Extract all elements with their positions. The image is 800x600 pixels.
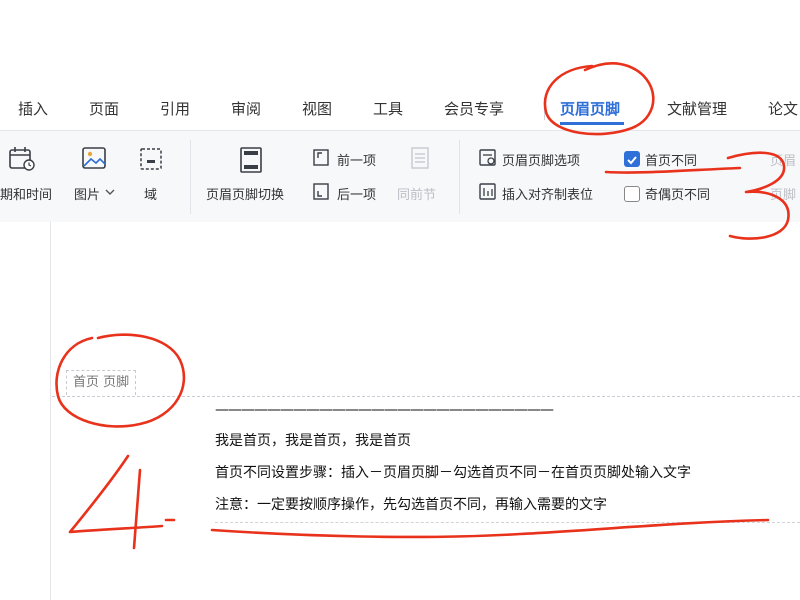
- menu-separator: [544, 98, 545, 120]
- header-footer-options-icon[interactable]: [478, 148, 498, 168]
- menu-references-manager[interactable]: 文献管理: [667, 98, 727, 119]
- footer-text-bottom-line: [215, 522, 800, 523]
- footer-distance-label[interactable]: 页脚: [770, 184, 796, 203]
- header-footer-switch-button[interactable]: 页眉页脚切换: [206, 184, 284, 203]
- header-footer-switch-icon[interactable]: [238, 146, 264, 174]
- field-icon[interactable]: [138, 146, 166, 172]
- calendar-clock-icon[interactable]: [8, 146, 36, 172]
- first-page-different-label[interactable]: 首页不同: [645, 150, 697, 169]
- page-left-edge: [50, 222, 51, 600]
- same-as-previous-button[interactable]: 同前节: [397, 184, 436, 203]
- footer-text-line-1[interactable]: 我是首页，我是首页，我是首页: [215, 430, 411, 450]
- previous-item-button[interactable]: 前一项: [337, 150, 376, 169]
- picture-icon[interactable]: [81, 146, 109, 172]
- odd-even-different-label[interactable]: 奇偶页不同: [645, 184, 710, 203]
- active-tab-underline: [560, 122, 624, 125]
- footer-text-line-3[interactable]: 注意：一定要按顺序操作，先勾选首页不同，再输入需要的文字: [215, 494, 607, 514]
- datetime-button[interactable]: 期和时间: [0, 184, 52, 203]
- menu-page[interactable]: 页面: [89, 98, 119, 119]
- menu-header-footer[interactable]: 页眉页脚: [560, 98, 620, 119]
- menu-insert[interactable]: 插入: [18, 98, 48, 119]
- check-icon: [627, 156, 637, 165]
- menu-member[interactable]: 会员专享: [444, 98, 504, 119]
- menu-tools[interactable]: 工具: [373, 98, 403, 119]
- next-item-button[interactable]: 后一项: [337, 184, 376, 203]
- footer-boundary-line: [52, 396, 800, 397]
- picture-button[interactable]: 图片: [74, 184, 100, 203]
- odd-even-different-checkbox[interactable]: [624, 186, 640, 202]
- header-footer-options-button[interactable]: 页眉页脚选项: [502, 150, 580, 169]
- ribbon-separator: [459, 140, 460, 214]
- footer-rule-line[interactable]: ——————————————————————————: [215, 402, 554, 418]
- menu-thesis[interactable]: 论文: [768, 98, 798, 119]
- header-distance-label[interactable]: 页眉: [770, 150, 796, 169]
- menu-view[interactable]: 视图: [302, 98, 332, 119]
- previous-item-icon[interactable]: [312, 148, 332, 168]
- first-page-different-checkbox[interactable]: [624, 151, 640, 167]
- footer-text-line-2[interactable]: 首页不同设置步骤：插入－页眉页脚－勾选首页不同－在首页页脚处输入文字: [215, 462, 691, 482]
- insert-tab-stop-button[interactable]: 插入对齐制表位: [502, 184, 593, 203]
- menu-bar: 插入 页面 引用 审阅 视图 工具 会员专享 页眉页脚 文献管理 论文: [0, 88, 800, 130]
- next-item-icon[interactable]: [312, 182, 332, 202]
- ribbon-toolbar: [0, 130, 800, 224]
- menu-review[interactable]: 审阅: [231, 98, 261, 119]
- ribbon-separator: [190, 140, 191, 214]
- menu-reference[interactable]: 引用: [160, 98, 190, 119]
- field-button[interactable]: 域: [144, 184, 157, 203]
- same-as-previous-icon[interactable]: [410, 146, 432, 172]
- chevron-down-icon[interactable]: [105, 188, 115, 196]
- first-page-footer-tag: 首页 页脚: [66, 370, 137, 395]
- insert-tab-stop-icon[interactable]: [478, 182, 498, 202]
